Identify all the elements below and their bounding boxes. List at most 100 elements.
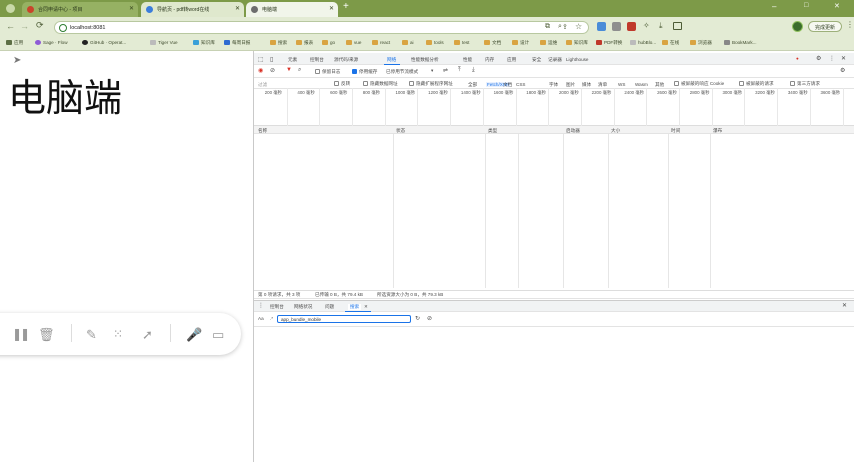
type-filter-other[interactable]: 其他 xyxy=(655,82,664,88)
third-party-checkbox[interactable]: 第三方请求 xyxy=(790,81,820,87)
bookmark-folder[interactable]: 知识库 xyxy=(566,40,588,46)
bookmark-folder[interactable]: vue xyxy=(346,40,361,46)
filter-icon[interactable]: ▼ xyxy=(286,67,292,73)
type-filter-wasm[interactable]: Wasm xyxy=(635,82,648,87)
drawer-tab-network-conditions[interactable]: 网络状况 xyxy=(294,304,312,310)
drawer-tab-issues[interactable]: 问题 xyxy=(325,304,334,310)
share-icon[interactable]: ⇪ xyxy=(562,23,568,31)
pause-icon[interactable]: ❚❚ xyxy=(12,327,30,341)
preserve-log-checkbox[interactable]: 保留日志 xyxy=(315,69,340,75)
bookmark-star-icon[interactable]: ☆ xyxy=(575,22,582,31)
bookmark-folder[interactable]: tools xyxy=(426,40,444,46)
column-type[interactable]: 类型 xyxy=(488,128,497,134)
type-filter-img[interactable]: 图片 xyxy=(566,82,575,88)
type-filter-doc[interactable]: 文档 xyxy=(503,82,512,88)
bookmark-folder[interactable]: go xyxy=(322,40,335,46)
drawer-tab-search[interactable]: 搜索 xyxy=(348,304,362,310)
tab-1[interactable]: 合同申请中心 - 项目 ✕ xyxy=(22,2,138,17)
puzzle-icon[interactable]: ✧ xyxy=(643,21,650,30)
close-tab-icon[interactable]: ✕ xyxy=(329,5,334,12)
bookmark-folder[interactable]: test xyxy=(454,40,469,46)
column-initiator[interactable]: 启动器 xyxy=(566,128,580,134)
search-input[interactable]: app_bundle_mobile xyxy=(277,315,411,323)
tab-performance-insights[interactable]: 性能数据分析 xyxy=(411,57,439,63)
minimize-button[interactable]: – xyxy=(772,2,776,11)
blocked-cookies-checkbox[interactable]: 被屏蔽的响应 Cookie xyxy=(674,81,724,87)
type-filter-css[interactable]: CSS xyxy=(516,82,525,87)
tab-performance[interactable]: 性能 xyxy=(463,57,472,63)
tab-network[interactable]: 网络 xyxy=(387,57,396,63)
blocked-requests-checkbox[interactable]: 被屏蔽的请求 xyxy=(739,81,774,87)
bookmark-folder[interactable]: 搜索 xyxy=(270,40,287,46)
bookmark-item[interactable]: Sage · Flow xyxy=(35,40,68,46)
bookmark-folder[interactable]: 文档 xyxy=(484,40,501,46)
column-status[interactable]: 状态 xyxy=(396,128,405,134)
bookmark-folder[interactable]: react xyxy=(372,40,390,46)
maximize-button[interactable]: □ xyxy=(804,2,808,9)
disable-cache-checkbox[interactable]: 停用缓存 xyxy=(352,69,377,75)
bookmark-item[interactable]: 知识库 xyxy=(193,40,215,46)
forward-button[interactable]: → xyxy=(20,21,29,31)
mic-icon[interactable]: 🎤 xyxy=(186,327,202,343)
tab-lighthouse[interactable]: Lighthouse xyxy=(566,57,588,62)
hide-data-urls-checkbox[interactable]: 隐藏数据网址 xyxy=(363,81,398,87)
inspect-icon[interactable]: ⬚ xyxy=(258,56,264,63)
record-icon[interactable]: ◉ xyxy=(258,67,263,74)
bookmark-item[interactable]: 应用 xyxy=(6,40,23,46)
settings-gear-icon[interactable]: ⚙ xyxy=(816,55,821,62)
new-tab-button[interactable]: + xyxy=(343,1,349,12)
bookmark-folder[interactable]: 运维 xyxy=(540,40,557,46)
extensions-icon[interactable] xyxy=(612,22,621,31)
throttling-select[interactable]: 已停用节流模式 xyxy=(386,69,418,75)
bookmark-item[interactable]: 每周日报 xyxy=(224,40,250,46)
filter-input[interactable]: 过滤 xyxy=(258,82,267,88)
more-options-icon[interactable]: ⋮ xyxy=(829,55,835,62)
bookmark-item[interactable]: GitHub · Operat... xyxy=(82,40,126,46)
sidebar-icon[interactable] xyxy=(673,22,682,30)
hide-extension-urls-checkbox[interactable]: 隐藏扩展程序网址 xyxy=(409,81,453,87)
menu-icon[interactable]: ⋮ xyxy=(846,20,854,29)
bookmark-folder[interactable]: ai xyxy=(402,40,414,46)
camera-icon[interactable]: ▭ xyxy=(212,327,224,343)
grid-icon[interactable]: ⁙ xyxy=(113,327,123,341)
download-icon[interactable]: ⤓ xyxy=(659,21,663,31)
reload-button[interactable]: ⟳ xyxy=(36,20,44,31)
export-icon[interactable]: ⤓ xyxy=(472,67,475,74)
regex-toggle[interactable]: .* xyxy=(270,316,273,321)
translate-icon[interactable]: ⧉ xyxy=(545,23,550,31)
close-tab-icon[interactable]: ✕ xyxy=(235,5,240,12)
type-filter-ws[interactable]: WS xyxy=(618,82,625,87)
column-name[interactable]: 名称 xyxy=(258,128,267,134)
type-filter-media[interactable]: 媒体 xyxy=(582,82,591,88)
site-info-icon[interactable] xyxy=(59,24,67,32)
tab-2[interactable]: 导航页 - pdf转word在线 ✕ xyxy=(141,2,244,17)
tab-application[interactable]: 应用 xyxy=(507,57,516,63)
tab-elements[interactable]: 元素 xyxy=(288,57,297,63)
avatar[interactable] xyxy=(792,21,803,32)
type-filter-manifest[interactable]: 清单 xyxy=(598,82,607,88)
url-text[interactable]: localhost:8081 xyxy=(70,25,105,31)
close-window-button[interactable]: ✕ xyxy=(834,2,840,10)
cursor-icon[interactable]: ➚ xyxy=(142,327,153,343)
bookmark-item[interactable]: PDF转换 xyxy=(596,40,622,46)
close-devtools-icon[interactable]: ✕ xyxy=(841,55,846,62)
clear-search-icon[interactable]: ⊘ xyxy=(427,315,432,322)
video-icon[interactable] xyxy=(627,22,636,31)
bookmark-item[interactable]: Tiger Vue xyxy=(150,40,178,46)
tab-memory[interactable]: 内存 xyxy=(485,57,494,63)
tab-search-icon[interactable] xyxy=(6,4,15,13)
column-time[interactable]: 时间 xyxy=(671,128,680,134)
bookmark-folder[interactable]: 设计 xyxy=(512,40,529,46)
bookmark-item[interactable]: BookMark... xyxy=(724,40,757,46)
bookmark-folder[interactable]: 在线 xyxy=(662,40,679,46)
network-settings-icon[interactable]: ⚙ xyxy=(840,67,845,74)
search-query[interactable]: app_bundle_mobile xyxy=(281,317,321,322)
tab-security[interactable]: 安全 xyxy=(532,57,541,63)
refresh-search-icon[interactable]: ↻ xyxy=(415,315,420,322)
invert-checkbox[interactable]: 反转 xyxy=(334,81,350,87)
tab-console[interactable]: 控制台 xyxy=(310,57,324,63)
address-bar[interactable]: localhost:8081 ⧉ ⌕ ⇪ ☆ xyxy=(54,21,589,34)
extension-icon[interactable] xyxy=(597,22,606,31)
drawer-menu-icon[interactable]: ⋮ xyxy=(258,302,264,309)
tab-3[interactable]: 电脑端 ✕ xyxy=(246,2,338,17)
